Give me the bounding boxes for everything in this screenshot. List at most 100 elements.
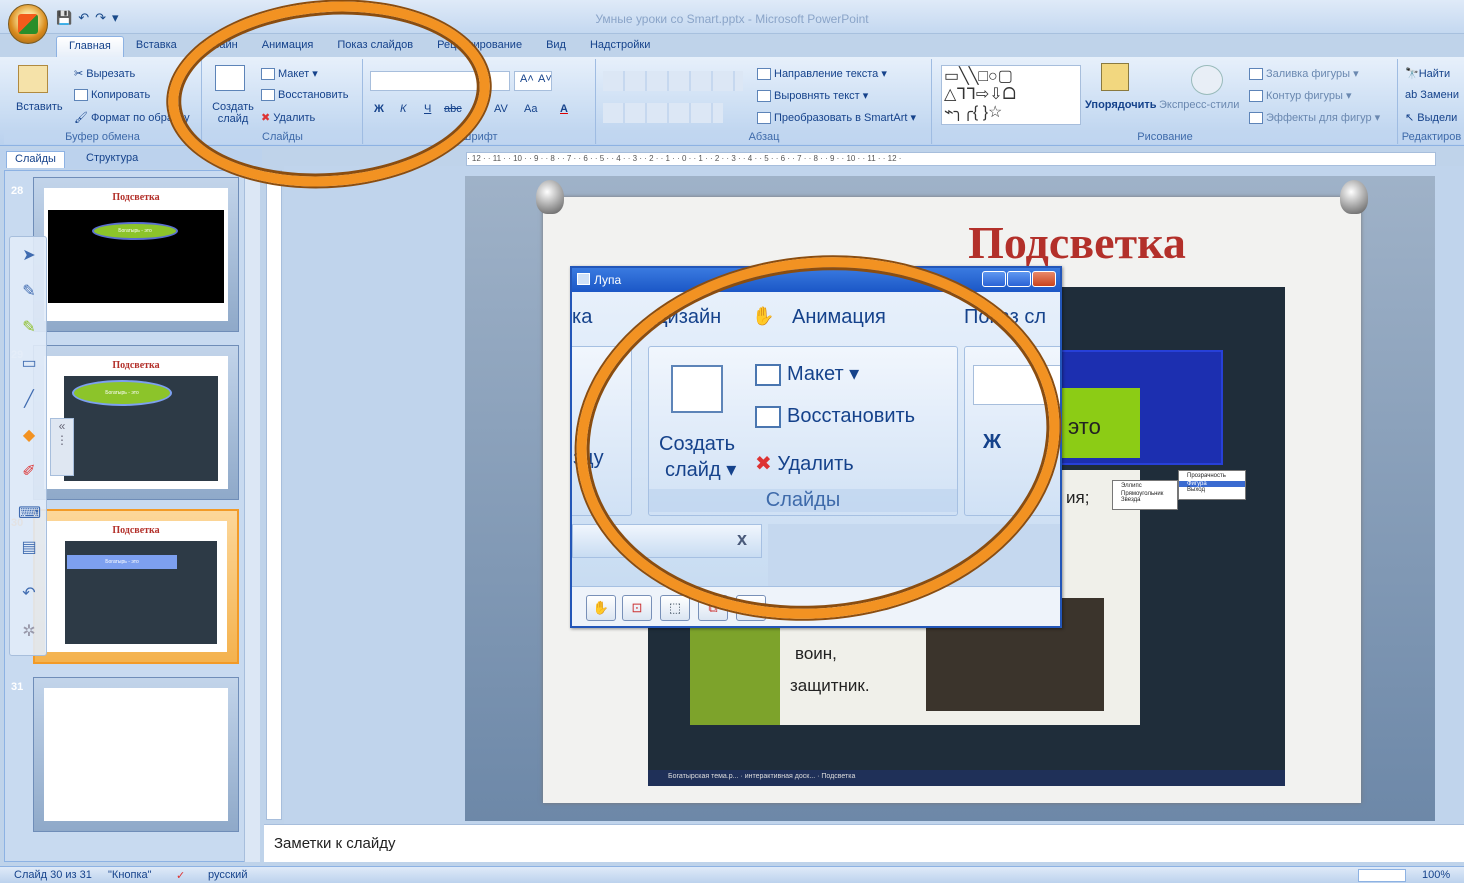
cursor-icon: ↖	[1405, 112, 1418, 124]
zoom-region-icon[interactable]: ⊡	[622, 595, 652, 621]
office-logo-icon	[18, 14, 38, 34]
align-text-icon	[757, 90, 771, 103]
drawing-group: ▭╲╲□○▢ △ᒣᒣ⇨⇩ᗝ ⌁╮╭{ }☆ Упорядочить Экспресс…	[933, 59, 1398, 144]
editing-group-label: Редактиров	[1399, 130, 1464, 144]
pointer-region-icon[interactable]: ⬚	[660, 595, 690, 621]
quick-styles-icon[interactable]	[1191, 65, 1223, 95]
arrange-button[interactable]: Упорядочить	[1085, 99, 1157, 111]
maximize-button[interactable]	[1007, 271, 1031, 287]
language[interactable]: русский	[208, 869, 247, 881]
minimize-button[interactable]	[982, 271, 1006, 287]
slide-thumbnail-31[interactable]	[33, 677, 239, 832]
highlighter-icon[interactable]: ✎	[18, 317, 40, 339]
shapes-gallery[interactable]: ▭╲╲□○▢ △ᒣᒣ⇨⇩ᗝ ⌁╮╭{ }☆	[941, 65, 1081, 125]
line-icon[interactable]: ╱	[18, 389, 40, 411]
notes-pane[interactable]: Заметки к слайду	[264, 824, 1464, 862]
pen-icon[interactable]: ✎	[18, 281, 40, 303]
font-color-button[interactable]: A	[560, 103, 568, 115]
paste-icon[interactable]	[18, 65, 48, 93]
paste-button[interactable]: Вставить	[16, 101, 63, 113]
arrange-icon[interactable]	[1101, 63, 1129, 91]
slide-number: 31	[11, 681, 24, 693]
thumbnail-paper	[44, 688, 228, 821]
view-buttons[interactable]	[1358, 869, 1406, 882]
embedded-line-defender: защитник.	[790, 676, 870, 695]
select-arrow-icon[interactable]: ➤	[18, 245, 40, 267]
tab-view[interactable]: Вид	[534, 36, 578, 58]
editing-group: 🔭Найти ab Замени ↖ Выдели Редактиров	[1399, 59, 1464, 144]
office-button[interactable]	[8, 4, 48, 44]
thumbnail-title: Подсветка	[112, 360, 160, 371]
copy-button[interactable]: Копировать	[74, 89, 150, 102]
hand-tool-icon[interactable]: ✋	[586, 595, 616, 621]
replace-button[interactable]: ab Замени	[1405, 89, 1459, 101]
embedded-context-menu: Прозрачность Фигура Выход	[1178, 470, 1246, 500]
cut-button[interactable]: ✂ Вырезать	[74, 67, 135, 80]
thumbnail-pill: Богатырь - это	[92, 222, 178, 240]
tab-insert[interactable]: Вставка	[124, 36, 189, 58]
spellcheck-icon[interactable]: ✓	[176, 869, 185, 882]
change-case-button[interactable]: Aa	[524, 103, 537, 115]
status-bar: Слайд 30 из 31 "Кнопка" ✓ русский 100%	[0, 866, 1464, 883]
shape-outline-button[interactable]: Контур фигуры ▾	[1249, 89, 1352, 103]
shape-fill-button[interactable]: Заливка фигуры ▾	[1249, 67, 1359, 81]
slide-title[interactable]: Подсветка	[543, 216, 1361, 269]
thumbnail-pill: Богатырь - это	[72, 380, 172, 406]
slide-thumbnail-30[interactable]: Подсветка Богатырь - это	[33, 509, 239, 664]
find-button[interactable]: 🔭Найти	[1405, 67, 1450, 80]
align-text-button[interactable]: Выровнять текст ▾	[757, 89, 868, 103]
magnifier-icon	[577, 273, 590, 285]
thumbnail-image: Богатырь - это	[65, 541, 217, 644]
clipboard-group-label: Буфер обмена	[4, 130, 201, 144]
shapes-icon[interactable]: ◆	[18, 425, 40, 447]
paragraph-group: Направление текста ▾ Выровнять текст ▾ П…	[597, 59, 932, 144]
slides-pane-scrollbar[interactable]	[244, 170, 260, 862]
fill-icon	[1249, 68, 1263, 81]
mag-tab-slideshow-cut: ка	[572, 306, 593, 328]
smart-toolbar: ➤ ✎ ✎ ▭ ╱ ◆ ✐ ⌨ ▤ ↶ ✲	[9, 236, 47, 656]
menu-item: Звезда	[1121, 497, 1141, 503]
menu-item: Выход	[1187, 487, 1205, 493]
align-buttons[interactable]	[603, 103, 723, 123]
slide-thumbnail-28[interactable]: Подсветка Богатырь - это	[33, 177, 239, 332]
magic-pen-icon[interactable]: ✐	[18, 461, 40, 483]
grow-font-button[interactable]: A˄	[520, 73, 534, 85]
paragraph-group-label: Абзац	[597, 130, 931, 144]
tab-addins[interactable]: Надстройки	[578, 36, 662, 58]
thumbnail-title: Подсветка	[112, 192, 160, 203]
select-button[interactable]: ↖ Выдели	[1405, 111, 1457, 124]
effects-icon	[1249, 112, 1263, 125]
title-bar: 💾 ↶ ↷ ▾ Умные уроки со Smart.pptx - Micr…	[0, 0, 1464, 34]
shape-effects-button[interactable]: Эффекты для фигур ▾	[1249, 111, 1380, 125]
tab-outline-pane[interactable]: Структура	[78, 151, 146, 168]
pushpin-left-icon	[536, 180, 564, 214]
smartart-button[interactable]: Преобразовать в SmartArt ▾	[757, 111, 916, 125]
close-button[interactable]	[1032, 271, 1056, 287]
thumbnail-pill: Богатырь - это	[67, 555, 177, 569]
tab-home[interactable]: Главная	[56, 36, 124, 58]
text-direction-icon	[757, 68, 771, 81]
thumbnail-image: Богатырь - это	[64, 376, 218, 481]
scissors-icon: ✂	[74, 68, 87, 80]
undo-icon[interactable]: ↶	[18, 583, 40, 605]
eraser-icon[interactable]: ▭	[18, 353, 40, 375]
quick-styles-button[interactable]: Экспресс-стили	[1159, 99, 1239, 111]
zoom-level[interactable]: 100%	[1422, 869, 1450, 881]
slide-counter: Слайд 30 из 31	[14, 869, 92, 881]
drawing-group-label: Рисование	[933, 130, 1397, 144]
text-direction-button[interactable]: Направление текста ▾	[757, 67, 887, 81]
menu-item: Прозрачность	[1187, 473, 1226, 479]
horizontal-ruler: · 12 · · 11 · · 10 · · 9 · · 8 · · 7 · ·…	[466, 152, 1436, 166]
copy-icon	[74, 89, 88, 102]
shrink-font-button[interactable]: A˅	[538, 73, 552, 85]
embedded-semicolon: ия;	[1066, 488, 1090, 507]
keyboard-icon[interactable]: ⌨	[18, 503, 41, 525]
list-buttons[interactable]	[603, 71, 743, 91]
tab-slides-pane[interactable]: Слайды	[6, 151, 65, 168]
embedded-submenu: Эллипс Прямоугольник Звезда	[1112, 480, 1178, 510]
replace-icon: ab	[1405, 89, 1421, 101]
toolbar-collapse-handle[interactable]: «⋮	[50, 418, 74, 476]
spacing-button[interactable]: AV	[494, 103, 508, 115]
notebook-icon[interactable]: ▤	[18, 537, 40, 559]
settings-icon[interactable]: ✲	[18, 621, 40, 643]
